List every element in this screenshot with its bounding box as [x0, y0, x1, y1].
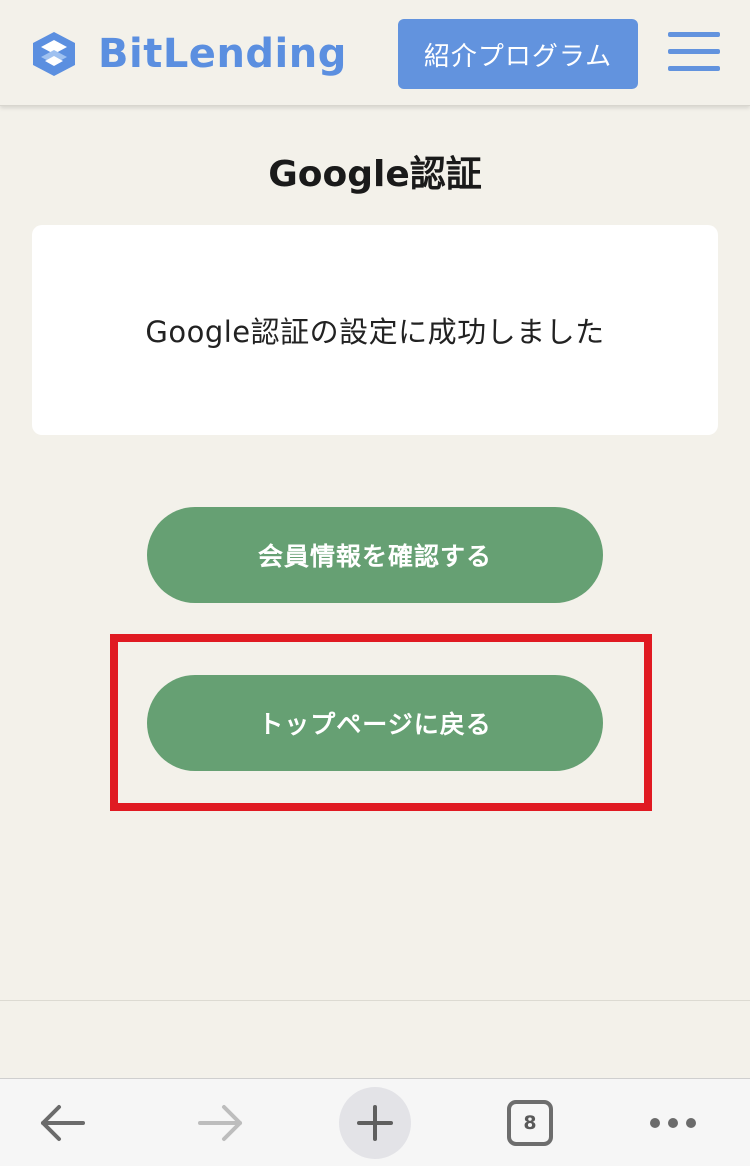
- hamburger-menu-button[interactable]: [668, 32, 720, 72]
- success-message: Google認証の設定に成功しました: [145, 315, 605, 349]
- page-footer: [0, 1000, 750, 1078]
- site-header: BitLending 紹介プログラム: [0, 0, 750, 106]
- more-dots-icon: [650, 1118, 696, 1128]
- page-title: Google認証: [268, 154, 482, 195]
- bitlending-logo[interactable]: BitLending: [30, 28, 347, 80]
- forward-arrow-icon: [198, 1105, 242, 1141]
- success-message-card: Google認証の設定に成功しました: [32, 225, 718, 435]
- back-to-top-button[interactable]: トップページに戻る: [147, 675, 603, 771]
- plus-icon: [357, 1105, 393, 1141]
- hamburger-icon-line: [668, 49, 720, 54]
- bitlending-logo-icon: [33, 32, 75, 76]
- forward-button[interactable]: [185, 1079, 255, 1166]
- tabs-button[interactable]: 8: [500, 1079, 560, 1166]
- hamburger-icon-line: [668, 32, 720, 37]
- tab-count: 8: [507, 1100, 553, 1146]
- referral-program-button[interactable]: 紹介プログラム: [398, 19, 638, 89]
- new-tab-button[interactable]: [338, 1079, 412, 1166]
- back-arrow-icon: [41, 1105, 85, 1141]
- more-button[interactable]: [640, 1079, 706, 1166]
- hamburger-icon-line: [668, 66, 720, 71]
- logo-text: BitLending: [98, 31, 347, 77]
- new-tab-circle: [339, 1087, 411, 1159]
- browser-toolbar: 8: [0, 1078, 750, 1166]
- member-info-button[interactable]: 会員情報を確認する: [147, 507, 603, 603]
- back-button[interactable]: [28, 1079, 98, 1166]
